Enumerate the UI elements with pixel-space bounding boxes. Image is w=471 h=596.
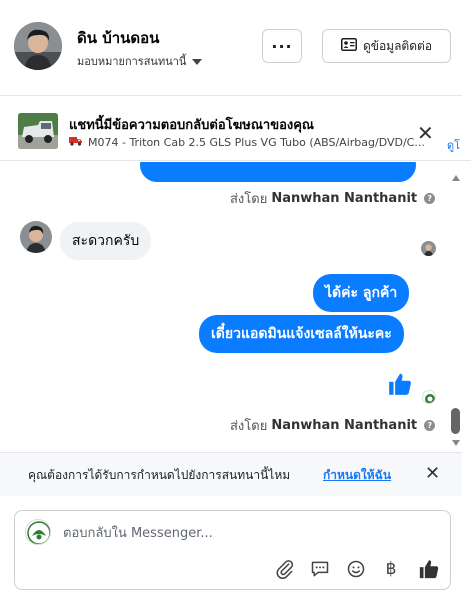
previous-message-bubble: [140, 162, 416, 182]
ad-subtitle: M074 - Triton Cab 2.5 GLS Plus VG Tubo (…: [69, 136, 439, 149]
page-seen-avatar: [422, 390, 436, 404]
sent-by-label: ส่งโดย Nanwhan Nanthanit ?: [230, 188, 436, 209]
contact-card-icon: [340, 38, 357, 54]
sent-by-prefix: ส่งโดย: [230, 192, 268, 207]
outgoing-message: เดี๋ยวแอดมินแจ้งเซลล์ให้นะคะ: [199, 315, 404, 353]
page-avatar: [25, 519, 51, 545]
assign-to-me-link[interactable]: กำหนดให้ฉัน: [323, 466, 391, 485]
assign-label: มอบหมายการสนทนานี้: [77, 55, 187, 68]
assign-prompt-bar: คุณต้องการได้รับการกำหนดไปยังการสนทนานี้…: [0, 452, 462, 496]
conversation-header: ดิน บ้านดอน มอบหมายการสนทนานี้ ··· ดูข้อ…: [0, 0, 462, 96]
reply-composer: ฿: [14, 510, 451, 590]
sender-avatar: [20, 221, 52, 253]
more-options-button[interactable]: ···: [262, 29, 302, 63]
thread-scrollbar[interactable]: [450, 162, 462, 452]
scroll-up-arrow-icon[interactable]: [452, 175, 460, 181]
incoming-message: สะดวกครับ: [60, 222, 152, 260]
reply-input[interactable]: [63, 522, 363, 544]
caret-down-icon: [192, 58, 203, 65]
sent-by-label: ส่งโดย Nanwhan Nanthanit ?: [230, 415, 436, 436]
close-icon[interactable]: ✕: [425, 463, 440, 484]
emoji-icon[interactable]: [344, 557, 368, 581]
ad-subtitle-text: M074 - Triton Cab 2.5 GLS Plus VG Tubo (…: [88, 136, 425, 149]
agent-name: Nanwhan Nanthanit: [271, 418, 418, 433]
sent-by-prefix: ส่งโดย: [230, 419, 268, 434]
assign-prompt-text: คุณต้องการได้รับการกำหนดไปยังการสนทนานี้…: [28, 468, 291, 482]
info-icon[interactable]: ?: [424, 420, 436, 431]
info-icon[interactable]: ?: [424, 193, 436, 204]
outgoing-message: ได้ค่ะ ลูกค้า: [313, 274, 410, 312]
thumbs-up-sticker-icon: [387, 371, 413, 401]
attachment-icon[interactable]: [273, 557, 297, 581]
truck-icon: [69, 136, 83, 149]
view-contact-button[interactable]: ดูข้อมูลติดต่อ: [322, 29, 451, 63]
view-contact-label: ดูข้อมูลติดต่อ: [362, 38, 433, 53]
close-icon[interactable]: ✕: [417, 121, 434, 145]
contact-name: ดิน บ้านดอน: [77, 29, 160, 47]
seen-avatar: [421, 241, 436, 256]
ad-thumbnail: [18, 113, 58, 149]
ad-reply-banner: แชทนี้มีข้อความตอบกลับต่อโฆษณาของคุณ M07…: [0, 97, 471, 161]
contact-avatar[interactable]: [14, 22, 62, 70]
scroll-down-arrow-icon[interactable]: [452, 440, 460, 446]
agent-name: Nanwhan Nanthanit: [271, 191, 418, 206]
assign-dropdown[interactable]: มอบหมายการสนทนานี้: [77, 52, 203, 70]
ad-banner-title: แชทนี้มีข้อความตอบกลับต่อโฆษณาของคุณ: [69, 118, 314, 133]
payment-baht-icon[interactable]: ฿: [379, 557, 403, 581]
message-thread: ส่งโดย Nanwhan Nanthanit ? สะดวกครับ ได้…: [0, 162, 462, 452]
saved-replies-icon[interactable]: [308, 557, 332, 581]
thumbs-up-icon[interactable]: [417, 557, 441, 581]
scroll-thumb[interactable]: [451, 408, 460, 434]
view-ad-link[interactable]: ดูโ: [447, 136, 460, 154]
